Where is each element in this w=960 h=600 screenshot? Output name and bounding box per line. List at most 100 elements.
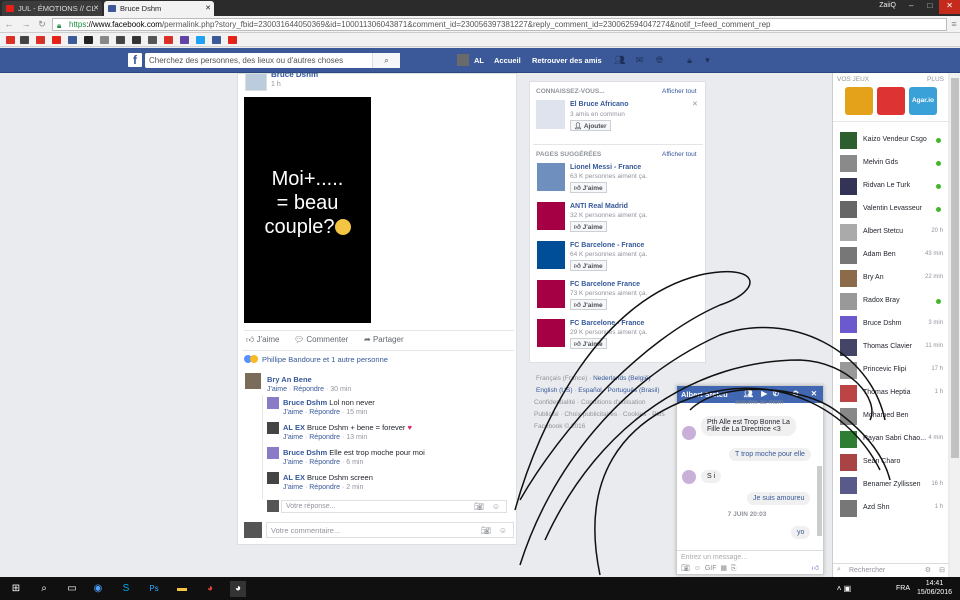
person-avatar[interactable] [536, 100, 565, 129]
friend-row[interactable]: Albert Stetcu 20 h [833, 222, 949, 242]
phone-icon[interactable]: ✆ [773, 389, 779, 398]
close-tab-icon[interactable]: ✕ [205, 4, 211, 12]
bookmark-icon[interactable] [148, 36, 157, 44]
avatar[interactable] [267, 422, 279, 434]
thumbs-up-icon[interactable]: 👍︎ [812, 563, 819, 572]
language-indicator[interactable]: FRA [896, 585, 910, 592]
bookmark-icon[interactable] [20, 36, 29, 44]
friend-row[interactable]: Ridvan Le Turk [833, 176, 949, 196]
menu-icon[interactable]: ≡ [948, 18, 960, 30]
friend-row[interactable]: Benamer Zyllissen 16 h [833, 475, 949, 495]
scroll-thumb[interactable] [951, 78, 959, 458]
chat-scrollbar[interactable] [817, 466, 822, 536]
add-people-icon[interactable]: 👥︎ [743, 389, 753, 398]
bookmark-icon[interactable] [6, 36, 15, 44]
facebook-logo-icon[interactable]: f [128, 53, 142, 67]
like-button[interactable]: 👍︎ J'aime [246, 335, 279, 345]
close-window-icon[interactable]: ✕ [939, 0, 960, 14]
bookmark-icon[interactable] [228, 36, 237, 44]
tray-icons[interactable]: ˄ ▣ 🔊︎ [836, 581, 852, 597]
bookmark-icon[interactable] [196, 36, 205, 44]
search-input[interactable]: Cherchez des personnes, des lieux ou d'a… [145, 53, 400, 68]
toggle-icon[interactable]: ⊟ [939, 566, 945, 574]
game-2-icon[interactable] [877, 87, 905, 115]
photoshop-icon[interactable]: Ps [146, 581, 162, 597]
page-thumbnail[interactable] [537, 319, 565, 347]
friend-row[interactable]: Bry An 22 min [833, 268, 949, 288]
url-field[interactable]: 🔒︎ https://www.facebook.com/permalink.php… [52, 18, 947, 31]
friend-row[interactable]: Melvin Gds [833, 153, 949, 173]
share-button[interactable]: ➦ Partager [364, 335, 404, 344]
bookmark-icon[interactable] [212, 36, 221, 44]
message-input[interactable]: Entrez un message... 📷︎ ☺ GIF ▦ ⎘ 👍︎ [677, 550, 823, 575]
friend-row[interactable]: Kaizo Vendeur Csgo [833, 130, 949, 150]
page-name[interactable]: FC Barcelone - France [570, 242, 644, 249]
friend-row[interactable]: Adam Ben 43 min [833, 245, 949, 265]
emoji-icon[interactable]: ☺ [499, 526, 507, 535]
friend-row[interactable]: Mohamed Ben [833, 406, 949, 426]
friend-row[interactable]: Thomas Heptia 1 h [833, 383, 949, 403]
likes-summary[interactable]: Phillipe Bandoure et 1 autre personne [242, 350, 514, 366]
tab-facebook[interactable]: Bruce Dshm ✕ [104, 1, 214, 16]
like-page-button[interactable]: 👍︎ J'aime [570, 221, 607, 232]
bookmark-icon[interactable] [68, 36, 77, 44]
minimize-icon[interactable]: – [902, 0, 920, 14]
sidebar-search-input[interactable]: ⌕ Rechercher ⚙ ⊟ [833, 563, 949, 577]
back-icon[interactable]: ← [3, 18, 15, 30]
chrome-icon[interactable]: ◕ [202, 581, 218, 597]
forward-icon[interactable]: → [20, 18, 32, 30]
avatar[interactable] [267, 447, 279, 459]
gif-icon[interactable]: GIF [705, 565, 717, 572]
emoji-icon[interactable]: ☺ [694, 565, 701, 572]
friend-row[interactable]: Princevic Flipi 17 h [833, 360, 949, 380]
page-thumbnail[interactable] [537, 202, 565, 230]
start-icon[interactable]: ⊞ [8, 581, 24, 597]
dismiss-icon[interactable]: ✕ [692, 100, 698, 108]
profile-link[interactable]: AL [474, 56, 484, 65]
like-page-button[interactable]: 👍︎ J'aime [570, 299, 607, 310]
camera-icon[interactable]: 📷︎ [474, 502, 484, 511]
account-menu-icon[interactable]: ▾ [702, 55, 713, 66]
like-page-button[interactable]: 👍︎ J'aime [570, 338, 607, 349]
bookmark-icon[interactable] [116, 36, 125, 44]
steam-icon[interactable]: ◉ [90, 581, 106, 597]
page-thumbnail[interactable] [537, 163, 565, 191]
page-name[interactable]: FC Barcelone - France [570, 320, 644, 327]
bookmark-icon[interactable] [84, 36, 93, 44]
avatar[interactable] [245, 373, 261, 389]
game-1-icon[interactable] [845, 87, 873, 115]
friend-row[interactable]: Valentin Levasseur [833, 199, 949, 219]
reply-input[interactable]: Votre réponse... 📷︎ ☺ [281, 500, 507, 513]
camera-icon[interactable]: 📷︎ [481, 526, 491, 535]
camera-icon[interactable]: 📷︎ [681, 565, 690, 572]
notifications-icon[interactable]: 🌐︎ [654, 55, 665, 66]
bookmark-icon[interactable] [164, 36, 173, 44]
page-name[interactable]: ANTI Real Madrid [570, 203, 628, 210]
privacy-icon[interactable]: 🔒︎ [684, 55, 695, 66]
file-explorer-icon[interactable]: ▬ [174, 581, 190, 597]
maximize-icon[interactable]: □ [920, 0, 939, 14]
home-link[interactable]: Accueil [494, 56, 521, 65]
comment-button[interactable]: 💬︎ Commenter [294, 335, 348, 344]
attach-icon[interactable]: ⎘ [731, 565, 737, 572]
tab-youtube[interactable]: JUL - ÉMOTIONS // CL ✕ [2, 1, 102, 16]
task-view-icon[interactable]: ▭ [64, 581, 80, 597]
messages-icon[interactable]: ✉ [634, 55, 645, 66]
bookmark-icon[interactable] [180, 36, 189, 44]
avatar[interactable] [457, 54, 469, 66]
comment-input[interactable]: Votre commentaire... 📷︎ ☺ [266, 522, 514, 538]
suggested-person-name[interactable]: El Bruce Africano [570, 101, 628, 108]
close-tab-icon[interactable]: ✕ [93, 4, 99, 12]
like-page-button[interactable]: 👍︎ J'aime [570, 260, 607, 271]
add-friend-button[interactable]: 👤︎ Ajouter [570, 120, 611, 131]
friend-row[interactable]: Radox Bray [833, 291, 949, 311]
gear-icon[interactable]: ⚙ [925, 566, 931, 574]
more-games-link[interactable]: PLUS [927, 76, 944, 83]
find-friends-link[interactable]: Retrouver des amis [532, 56, 602, 65]
page-name[interactable]: Lionel Messi - France [570, 164, 641, 171]
bookmark-icon[interactable] [52, 36, 61, 44]
clock[interactable]: 14:41 15/06/2016 [917, 579, 952, 597]
avatar[interactable] [267, 472, 279, 484]
post-author[interactable]: Bruce Dshm [271, 70, 318, 79]
page-thumbnail[interactable] [537, 241, 565, 269]
